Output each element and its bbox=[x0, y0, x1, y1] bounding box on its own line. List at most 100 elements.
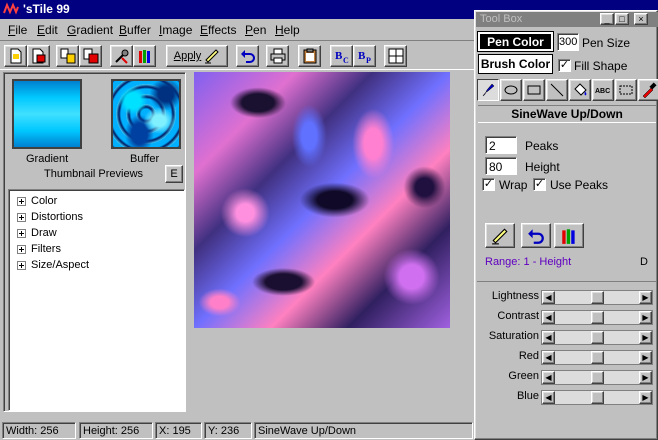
colors-button[interactable] bbox=[554, 223, 584, 248]
maximize-icon[interactable]: □ bbox=[615, 13, 629, 25]
bp-button[interactable]: BP bbox=[353, 45, 376, 67]
eyedropper-icon bbox=[642, 82, 657, 98]
tree-item-distortions[interactable]: Distortions bbox=[17, 210, 83, 224]
menu-help[interactable]: Help bbox=[275, 23, 300, 37]
tool-text[interactable]: ABC bbox=[592, 79, 614, 101]
slider-track[interactable]: ◀ ▶ bbox=[541, 390, 653, 405]
svg-text:B: B bbox=[358, 50, 366, 62]
menu-buffer[interactable]: Buffer bbox=[119, 23, 151, 37]
menu-effects[interactable]: Effects bbox=[200, 23, 236, 37]
arrow-right-icon[interactable]: ▶ bbox=[639, 351, 652, 364]
slider-track[interactable]: ◀ ▶ bbox=[541, 350, 653, 365]
slider-thumb[interactable] bbox=[590, 351, 604, 364]
minimize-icon[interactable]: _ bbox=[600, 13, 614, 25]
tool-rectangle[interactable] bbox=[523, 79, 545, 101]
buffer-thumbnail[interactable] bbox=[111, 79, 181, 149]
tree-item-size-aspect[interactable]: Size/Aspect bbox=[17, 258, 89, 272]
slider-lightness: Lightness ◀ ▶ bbox=[477, 288, 657, 306]
new-button[interactable] bbox=[4, 45, 27, 67]
use-peaks-checkbox[interactable]: ✓ bbox=[533, 178, 546, 191]
arrow-left-icon[interactable]: ◀ bbox=[542, 291, 555, 304]
arrow-right-icon[interactable]: ▶ bbox=[639, 391, 652, 404]
slider-track[interactable]: ◀ ▶ bbox=[541, 370, 653, 385]
slider-track[interactable]: ◀ ▶ bbox=[541, 290, 653, 305]
menu-gradient[interactable]: Gradient bbox=[67, 23, 113, 37]
arrow-left-icon[interactable]: ◀ bbox=[542, 351, 555, 364]
arrow-right-icon[interactable]: ▶ bbox=[639, 331, 652, 344]
menu-pen[interactable]: Pen bbox=[245, 23, 266, 37]
copy-button[interactable] bbox=[56, 45, 79, 67]
undo-effect-button[interactable] bbox=[521, 223, 551, 248]
e-button[interactable]: E bbox=[165, 165, 183, 183]
apply-effect-button[interactable] bbox=[485, 223, 515, 248]
menu-image[interactable]: Image bbox=[159, 23, 192, 37]
arrow-right-icon[interactable]: ▶ bbox=[639, 371, 652, 384]
tree-item-color[interactable]: Color bbox=[17, 194, 57, 208]
tile-canvas[interactable] bbox=[194, 72, 450, 328]
tile-grid-button[interactable] bbox=[384, 45, 407, 67]
fill-shape-checkbox[interactable]: ✓ bbox=[558, 59, 571, 72]
peaks-field[interactable]: 2 bbox=[485, 136, 517, 154]
slider-thumb[interactable] bbox=[590, 371, 604, 384]
slider-label: Contrast bbox=[497, 310, 539, 322]
tree-item-filters[interactable]: Filters bbox=[17, 242, 61, 256]
print-button[interactable] bbox=[266, 45, 289, 67]
paste-button[interactable] bbox=[79, 45, 102, 67]
arrow-left-icon[interactable]: ◀ bbox=[542, 311, 555, 324]
clipboard-button[interactable] bbox=[298, 45, 321, 67]
arrow-left-icon[interactable]: ◀ bbox=[542, 391, 555, 404]
tree-item-draw[interactable]: Draw bbox=[17, 226, 57, 240]
effect-title: SineWave Up/Down bbox=[478, 105, 656, 123]
pen-color-button[interactable]: Pen Color bbox=[477, 31, 554, 52]
effects-tree: Color Distortions Draw Filters Size/Aspe… bbox=[8, 189, 185, 411]
tool-eyedropper[interactable] bbox=[638, 79, 658, 101]
menu-file[interactable]: File bbox=[8, 23, 27, 37]
slider-track[interactable]: ◀ ▶ bbox=[541, 330, 653, 345]
palette-button[interactable] bbox=[133, 45, 156, 67]
bc-button[interactable]: BC bbox=[330, 45, 353, 67]
height-field[interactable]: 80 bbox=[485, 157, 517, 175]
rectangle-icon bbox=[527, 85, 541, 95]
undo-icon bbox=[528, 228, 544, 244]
slider-red: Red ◀ ▶ bbox=[477, 348, 657, 366]
slider-thumb[interactable] bbox=[590, 311, 604, 324]
arrow-right-icon[interactable]: ▶ bbox=[639, 311, 652, 324]
expand-icon[interactable] bbox=[17, 196, 26, 206]
expand-icon[interactable] bbox=[17, 228, 26, 238]
pen-size-field[interactable]: 300 bbox=[557, 33, 579, 51]
tool-select[interactable] bbox=[615, 79, 637, 101]
slider-thumb[interactable] bbox=[590, 331, 604, 344]
tool-freehand[interactable] bbox=[477, 79, 499, 101]
menu-bar: File Edit Gradient Buffer Image Effects … bbox=[0, 19, 474, 39]
expand-icon[interactable] bbox=[17, 244, 26, 254]
tool-ellipse[interactable] bbox=[500, 79, 522, 101]
open-button[interactable] bbox=[27, 45, 50, 67]
svg-text:ABC: ABC bbox=[595, 88, 610, 95]
tool-line[interactable] bbox=[546, 79, 568, 101]
slider-thumb[interactable] bbox=[590, 291, 604, 304]
close-icon[interactable]: × bbox=[634, 13, 648, 25]
slider-track[interactable]: ◀ ▶ bbox=[541, 310, 653, 325]
slider-saturation: Saturation ◀ ▶ bbox=[477, 328, 657, 346]
left-panel: Gradient Buffer Thumbnail Previews E Col… bbox=[3, 72, 186, 412]
ellipse-icon bbox=[504, 85, 518, 95]
arrow-left-icon[interactable]: ◀ bbox=[542, 331, 555, 344]
arrow-right-icon[interactable]: ▶ bbox=[639, 291, 652, 304]
apply-button[interactable]: Apply bbox=[166, 45, 228, 67]
menu-edit[interactable]: Edit bbox=[37, 23, 58, 37]
print-icon bbox=[270, 48, 285, 64]
paint-bucket-icon bbox=[574, 83, 587, 96]
brush-color-button[interactable]: Brush Color bbox=[478, 54, 553, 74]
expand-icon[interactable] bbox=[17, 212, 26, 222]
slider-thumb[interactable] bbox=[590, 391, 604, 404]
tool-fill[interactable] bbox=[569, 79, 591, 101]
status-height: Height: 256 bbox=[79, 422, 153, 439]
gradient-label: Gradient bbox=[26, 153, 69, 165]
gradient-thumbnail[interactable] bbox=[12, 79, 82, 149]
wrap-checkbox[interactable]: ✓ bbox=[482, 178, 495, 191]
arrow-left-icon[interactable]: ◀ bbox=[542, 371, 555, 384]
undo-button[interactable] bbox=[236, 45, 259, 67]
expand-icon[interactable] bbox=[17, 260, 26, 270]
tools-button[interactable] bbox=[110, 45, 133, 67]
slider-green: Green ◀ ▶ bbox=[477, 368, 657, 386]
